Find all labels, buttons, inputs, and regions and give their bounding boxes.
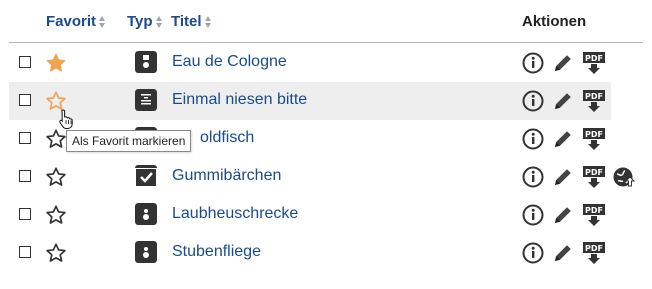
table-row: Einmal niesen bitte PDF [9,82,611,120]
pdf-label: PDF [585,206,603,215]
row-title-link[interactable]: Eau de Cologne [172,53,287,71]
device-icon [135,203,157,225]
star-outline-icon[interactable] [45,166,67,188]
header-titel[interactable]: Titel [171,13,212,30]
star-outline-icon[interactable] [45,242,67,264]
header-typ-label: Typ [127,13,153,30]
info-icon[interactable] [521,165,545,189]
pdf-label: PDF [585,168,603,177]
table-row: Gummibärchen PDF [9,158,636,196]
list-document-icon [135,89,157,111]
pdf-download-icon[interactable]: PDF [582,165,606,189]
pdf-label: PDF [585,54,603,63]
sort-icon [99,15,106,28]
pencil-icon[interactable] [551,203,575,227]
pencil-icon[interactable] [551,51,575,75]
star-filled-icon[interactable] [45,52,67,74]
pdf-label: PDF [585,244,603,253]
device-icon [135,51,157,73]
header-titel-label: Titel [171,13,202,30]
star-outline-icon[interactable] [45,204,67,226]
checkbox-icon [135,165,157,186]
header-favorit[interactable]: Favorit [46,13,106,30]
table-row: Laubheuschrecke PDF [9,196,611,234]
info-icon[interactable] [521,51,545,75]
device-icon [135,241,157,263]
info-icon[interactable] [521,127,545,151]
row-title-link[interactable]: oldfisch [200,129,254,147]
pencil-icon[interactable] [551,241,575,265]
row-title-link[interactable]: Stubenfliege [172,243,261,261]
info-icon[interactable] [521,89,545,113]
row-checkbox[interactable] [19,132,31,144]
pdf-download-icon[interactable]: PDF [582,89,606,113]
pencil-icon[interactable] [551,89,575,113]
row-checkbox[interactable] [19,170,31,182]
pdf-label: PDF [585,92,603,101]
row-checkbox[interactable] [19,208,31,220]
header-typ[interactable]: Typ [127,13,163,30]
favorite-tooltip: Als Favorit markieren [66,130,192,152]
sort-icon [155,15,163,28]
pencil-icon[interactable] [551,165,575,189]
table-row: Stubenfliege PDF [9,234,611,272]
pdf-download-icon[interactable]: PDF [582,51,606,75]
header-aktionen: Aktionen [522,13,586,30]
header-favorit-label: Favorit [46,13,97,30]
globe-upload-icon[interactable] [612,165,636,189]
header-divider [9,42,643,43]
row-checkbox[interactable] [19,56,31,68]
row-title-link[interactable]: Einmal niesen bitte [172,91,307,109]
pdf-download-icon[interactable]: PDF [582,241,606,265]
hand-cursor-icon [59,109,73,129]
pdf-download-icon[interactable]: PDF [582,127,606,151]
table-header: Favorit Typ Titel Aktionen [0,0,652,42]
pdf-label: PDF [585,130,603,139]
pdf-download-icon[interactable]: PDF [582,203,606,227]
table-row: Eau de Cologne PDF [9,44,611,82]
row-title-link[interactable]: Gummibärchen [172,167,281,185]
row-title-link[interactable]: Laubheuschrecke [172,205,298,223]
row-checkbox[interactable] [19,246,31,258]
star-outline-icon[interactable] [45,128,67,150]
pencil-icon[interactable] [551,127,575,151]
sort-icon [204,15,212,28]
info-icon[interactable] [521,241,545,265]
header-aktionen-label: Aktionen [522,13,587,30]
info-icon[interactable] [521,203,545,227]
row-checkbox[interactable] [19,94,31,106]
